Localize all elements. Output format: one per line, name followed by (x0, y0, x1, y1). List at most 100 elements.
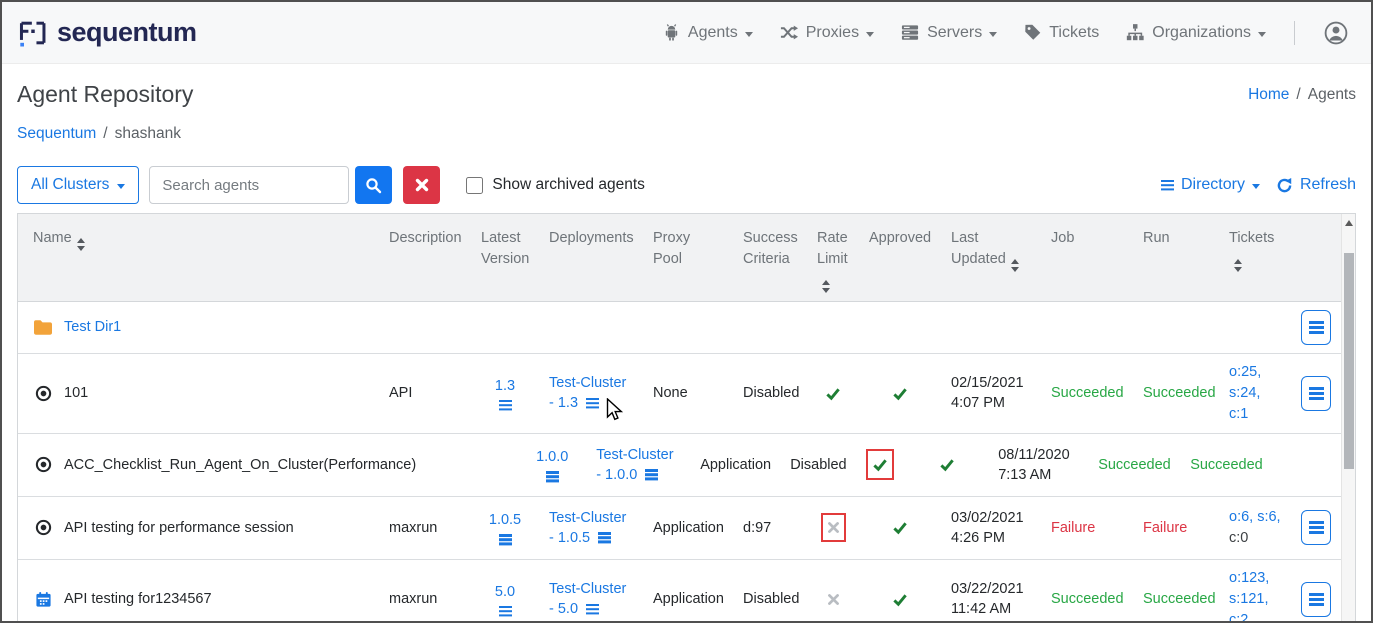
clusters-dropdown-button[interactable]: All Clusters (17, 166, 139, 204)
agent-name[interactable]: API testing for performance session (64, 518, 294, 538)
chevron-down-icon (866, 32, 874, 37)
org-link[interactable]: Sequentum (17, 125, 96, 143)
rate-limit-cell (807, 372, 859, 415)
column-header-proxy-pool: Proxy Pool (643, 214, 733, 301)
tickets-link[interactable]: o:123, s:121, c:2 (1229, 570, 1269, 623)
deployment-link[interactable]: Test-Cluster (596, 447, 673, 463)
servers-icon (900, 23, 920, 42)
nav-agents[interactable]: Agents (662, 23, 753, 42)
column-header-tickets[interactable]: Tickets (1219, 214, 1291, 301)
last-updated-cell: 03/22/202111:42 AM (941, 571, 1041, 623)
repo-breadcrumb: Sequentum / shashank (17, 125, 1356, 143)
deployment-menu-icon[interactable] (586, 604, 599, 615)
nav-tickets[interactable]: Tickets (1023, 23, 1099, 42)
row-menu-button[interactable] (1301, 510, 1331, 545)
row-menu-button[interactable] (1301, 376, 1331, 411)
deployment-version[interactable]: - 1.3 (549, 393, 578, 413)
show-archived-label: Show archived agents (492, 176, 645, 194)
run-status: Succeeded (1190, 457, 1263, 473)
version-link[interactable]: 1.3 (495, 376, 515, 396)
column-header-description: Description (379, 214, 471, 301)
search-input[interactable] (149, 166, 349, 204)
version-link[interactable]: 1.0.5 (489, 510, 521, 530)
agent-name[interactable]: ACC_Checklist_Run_Agent_On_Cluster(Perfo… (64, 455, 416, 475)
user-avatar-icon (1323, 20, 1349, 46)
column-header-name[interactable]: Name (18, 214, 379, 301)
sort-icon[interactable] (1011, 259, 1019, 272)
main-nav: Agents Proxies (662, 20, 1349, 46)
description-cell: API (379, 375, 471, 411)
description-cell: maxrun (379, 510, 471, 546)
column-header-deployments: Deployments (539, 214, 643, 301)
close-icon (415, 178, 429, 192)
run-status-cell: Succeeded (1133, 581, 1219, 617)
scrollbar-thumb[interactable] (1344, 253, 1354, 469)
deployment-link[interactable]: Test-Cluster (549, 581, 626, 597)
rate-limit-cell (807, 505, 859, 550)
scroll-up-arrow-icon[interactable] (1345, 220, 1353, 226)
breadcrumb-separator: / (1296, 86, 1300, 104)
version-link[interactable]: 1.0.0 (536, 447, 568, 467)
deployment-menu-icon[interactable] (586, 398, 599, 409)
row-menu-button[interactable] (1301, 582, 1331, 617)
deployment-link[interactable]: Test-Cluster (549, 375, 626, 391)
description-cell: maxrun (379, 581, 471, 617)
sort-icon[interactable] (822, 280, 830, 293)
agent-target-icon (33, 456, 53, 473)
row-menu-button[interactable] (1301, 310, 1331, 345)
version-menu-icon[interactable] (546, 471, 559, 482)
tickets-link[interactable]: o:25, s:24, c:1 (1229, 364, 1261, 422)
column-header-rate-limit[interactable]: Rate Limit (807, 214, 859, 301)
nav-agents-label: Agents (688, 24, 738, 42)
column-header-approved: Approved (859, 214, 941, 301)
run-status: Failure (1143, 520, 1187, 536)
table-scrollbar[interactable] (1341, 214, 1355, 623)
refresh-button[interactable]: Refresh (1276, 176, 1356, 194)
sort-icon[interactable] (77, 238, 85, 251)
breadcrumb-home-link[interactable]: Home (1248, 86, 1289, 104)
page-title: Agent Repository (17, 81, 193, 108)
rate-limit-highlight-box (821, 380, 845, 407)
deployment-menu-icon[interactable] (598, 532, 611, 543)
version-menu-icon[interactable] (499, 606, 512, 617)
user-menu-button[interactable] (1323, 20, 1349, 46)
tickets-cell: o:25, s:24, c:1 (1219, 354, 1291, 433)
nav-servers-label: Servers (927, 24, 982, 42)
tickets-link[interactable]: o:6, s:6, (1229, 509, 1281, 525)
success-criteria-cell: Disabled (733, 375, 807, 411)
deployment-version[interactable]: - 1.0.0 (596, 465, 637, 485)
nav-servers[interactable]: Servers (900, 23, 997, 42)
description-cell (426, 457, 518, 473)
version-menu-icon[interactable] (499, 534, 512, 545)
deployment-link[interactable]: Test-Cluster (549, 510, 626, 526)
column-header-run: Run (1133, 214, 1219, 301)
directory-dropdown-button[interactable]: Directory (1161, 176, 1260, 194)
deployments-cell: Test-Cluster - 5.0 (539, 571, 643, 623)
column-header-last-updated[interactable]: Last Updated (941, 214, 1041, 301)
nav-organizations[interactable]: Organizations (1125, 23, 1266, 42)
agent-name-cell: ACC_Checklist_Run_Agent_On_Cluster(Perfo… (18, 447, 426, 483)
job-status-cell: Succeeded (1088, 447, 1180, 483)
show-archived-checkbox[interactable] (466, 177, 483, 194)
version-link[interactable]: 5.0 (495, 582, 515, 602)
deployment-menu-icon[interactable] (645, 469, 658, 480)
sort-icon[interactable] (1234, 259, 1242, 272)
search-button[interactable] (355, 166, 392, 204)
agent-name[interactable]: API testing for1234567 (64, 589, 212, 609)
column-header-actions (1291, 214, 1341, 301)
directory-label: Directory (1181, 176, 1245, 194)
job-status: Succeeded (1051, 591, 1124, 607)
breadcrumb: Home / Agents (1248, 86, 1356, 104)
agent-name[interactable]: 101 (64, 383, 88, 403)
chevron-down-icon (1258, 32, 1266, 37)
version-menu-icon[interactable] (499, 400, 512, 411)
deployment-version[interactable]: - 5.0 (549, 599, 578, 619)
rate-limit-cell (807, 579, 859, 620)
clear-search-button[interactable] (403, 166, 440, 204)
nav-proxies[interactable]: Proxies (779, 23, 874, 42)
deployment-version[interactable]: - 1.0.5 (549, 528, 590, 548)
brand-logo[interactable]: sequentum (18, 17, 197, 48)
folder-name-link[interactable]: Test Dir1 (64, 317, 121, 337)
run-status: Succeeded (1143, 385, 1216, 401)
proxy-pool-cell: Application (690, 447, 780, 483)
